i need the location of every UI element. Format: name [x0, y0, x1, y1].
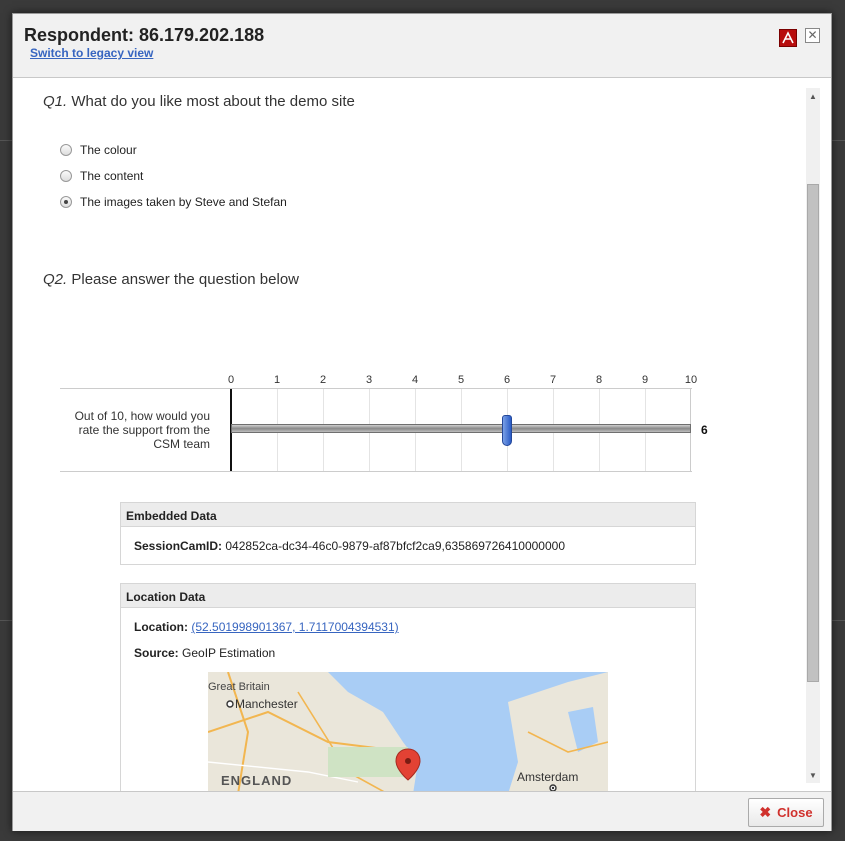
scrollbar[interactable]: ▲ ▼ — [806, 88, 820, 783]
slider-question: 0 1 2 3 4 5 6 7 8 9 10 Out of 10, how would you ra… — [60, 374, 708, 472]
close-icon[interactable]: ✕ — [805, 28, 820, 43]
close-button[interactable]: ✖ Close — [748, 798, 824, 827]
respondent-dialog: Respondent: 86.179.202.188 Switch to leg… — [12, 13, 832, 831]
embedded-data-panel: Embedded Data SessionCamID: 042852ca-dc3… — [120, 502, 696, 565]
tick-label: 3 — [365, 374, 373, 386]
q1-option[interactable]: The colour — [60, 143, 137, 157]
radio-button[interactable] — [60, 144, 72, 156]
dialog-header: Respondent: 86.179.202.188 Switch to leg… — [13, 14, 831, 78]
slider-row: Out of 10, how would you rate the suppor… — [60, 388, 708, 472]
radio-button[interactable] — [60, 170, 72, 182]
q1-option[interactable]: The content — [60, 169, 143, 183]
tick-label: 9 — [641, 374, 649, 386]
q1-number: Q1. — [43, 93, 68, 110]
radio-button-checked[interactable] — [60, 196, 72, 208]
tick-label: 4 — [411, 374, 419, 386]
location-data-panel: Location Data Location: (52.501998901367… — [120, 583, 696, 791]
panel-heading: Embedded Data — [121, 503, 695, 527]
slider-value: 6 — [701, 423, 708, 437]
location-map[interactable]: Great Britain Manchester ENGLAND Amsterd… — [208, 672, 608, 791]
q2-title: Q2. Please answer the question below — [43, 271, 299, 288]
tick-label: 6 — [503, 374, 511, 386]
scroll-up-arrow-icon[interactable]: ▲ — [806, 90, 820, 104]
location-row: Location: (52.501998901367, 1.7117004394… — [134, 620, 399, 634]
q2-text: Please answer the question below — [71, 271, 300, 288]
tick-label: 10 — [684, 374, 698, 386]
map-label-great-britain: Great Britain — [208, 681, 270, 693]
q1-option[interactable]: The images taken by Steve and Stefan — [60, 195, 287, 209]
location-coordinates-link[interactable]: (52.501998901367, 1.7117004394531) — [191, 620, 398, 634]
source-row: Source: GeoIP Estimation — [134, 646, 275, 660]
tick-label: 2 — [319, 374, 327, 386]
q2-number: Q2. — [43, 271, 68, 288]
option-label: The content — [80, 169, 144, 183]
kv-key: SessionCamID: — [134, 539, 223, 553]
option-label: The images taken by Steve and Stefan — [80, 195, 287, 209]
map-label-manchester: Manchester — [235, 697, 298, 711]
pdf-icon[interactable] — [779, 29, 797, 47]
tick-label: 7 — [549, 374, 557, 386]
tick-label: 1 — [273, 374, 281, 386]
kv-value: GeoIP Estimation — [182, 646, 276, 660]
map-label-england: ENGLAND — [221, 773, 293, 788]
close-button-label: Close — [777, 805, 813, 820]
dialog-title: Respondent: 86.179.202.188 — [24, 25, 265, 45]
close-x-icon: ✖ — [759, 804, 772, 820]
panel-heading: Location Data — [121, 584, 695, 608]
dialog-footer: ✖ Close — [13, 791, 831, 831]
kv-key: Source: — [134, 646, 179, 660]
option-label: The colour — [80, 143, 137, 157]
kv-value: 042852ca-dc34-46c0-9879-af87bfcf2ca9,635… — [225, 539, 565, 553]
scroll-down-arrow-icon[interactable]: ▼ — [806, 769, 820, 783]
tick-label: 8 — [595, 374, 603, 386]
switch-legacy-view-link[interactable]: Switch to legacy view — [30, 46, 153, 60]
map-label-amsterdam: Amsterdam — [517, 770, 579, 784]
q1-title: Q1. What do you like most about the demo… — [43, 93, 355, 110]
slider-track[interactable] — [231, 424, 691, 433]
scroll-thumb[interactable] — [807, 184, 819, 682]
slider-handle[interactable] — [502, 415, 512, 446]
dialog-body: Q1. What do you like most about the demo… — [13, 79, 831, 791]
q1-text: What do you like most about the demo sit… — [71, 93, 355, 110]
session-cam-id: SessionCamID: 042852ca-dc34-46c0-9879-af… — [134, 539, 565, 553]
tick-label: 0 — [227, 374, 235, 386]
kv-key: Location: — [134, 620, 188, 634]
slider-row-label: Out of 10, how would you rate the suppor… — [74, 409, 210, 451]
tick-label: 5 — [457, 374, 465, 386]
